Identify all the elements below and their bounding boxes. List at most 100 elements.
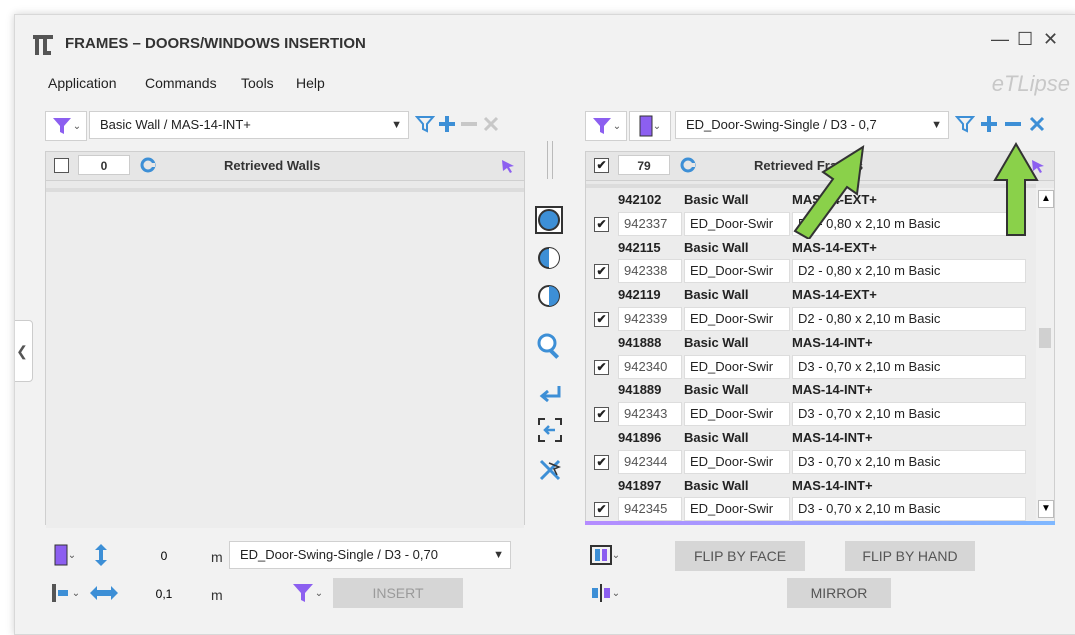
- menu-commands[interactable]: Commands: [145, 75, 217, 91]
- remove-icon[interactable]: [459, 114, 479, 139]
- mirror-button[interactable]: MIRROR: [787, 578, 891, 608]
- refresh-icon[interactable]: [680, 157, 696, 176]
- flip-by-hand-button[interactable]: FLIP BY HAND: [845, 541, 975, 571]
- row-family: Basic Wall: [684, 334, 749, 350]
- maximize-icon[interactable]: ☐: [1017, 29, 1033, 50]
- annotation-arrow: [991, 140, 1041, 245]
- row-type: MAS-14-INT+: [792, 382, 873, 398]
- row-family: Basic Wall: [684, 287, 749, 303]
- row-checkbox[interactable]: ✔: [594, 359, 609, 375]
- scroll-down-icon[interactable]: ▼: [1038, 500, 1054, 518]
- select-cursor-icon[interactable]: [500, 158, 516, 177]
- frame-row[interactable]: ✔ 942340 ED_Door-Swir D3 - 0,70 x 2,10 m Ba…: [586, 354, 1036, 379]
- wall-row[interactable]: 942119 Basic Wall MAS-14-EXT+: [586, 283, 1036, 307]
- frame-filter-icon[interactable]: ⌄: [585, 111, 627, 141]
- row-family: Basic Wall: [684, 239, 749, 255]
- frame-row[interactable]: ✔ 942338 ED_Door-Swir D2 - 0,80 x 2,10 m Ba…: [586, 259, 1036, 284]
- wall-type-combo[interactable]: Basic Wall / MAS-14-INT+ ▼: [89, 111, 409, 139]
- row-family: ED_Door-Swir: [684, 497, 790, 522]
- row-id: 942102: [618, 192, 662, 207]
- offset-field[interactable]: 0: [121, 545, 207, 567]
- walls-grid-header: 0 Retrieved Walls: [46, 152, 524, 181]
- insert-type-combo[interactable]: ED_Door-Swing-Single / D3 - 0,70 ▼: [229, 541, 511, 569]
- menu-help[interactable]: Help: [296, 75, 325, 91]
- row-checkbox[interactable]: ✔: [594, 407, 609, 423]
- minimize-icon[interactable]: —: [991, 29, 1009, 50]
- row-checkbox[interactable]: ✔: [594, 312, 609, 327]
- menu-application[interactable]: Application: [48, 75, 117, 91]
- row-id: 942337: [618, 211, 682, 236]
- row-id: 941889: [618, 382, 662, 398]
- select-all-checkbox[interactable]: ✔: [594, 158, 609, 173]
- zoom-icon[interactable]: [537, 333, 563, 364]
- wall-row[interactable]: 941889 Basic Wall MAS-14-INT+: [586, 378, 1036, 402]
- remove-icon[interactable]: [1003, 114, 1023, 139]
- row-checkbox[interactable]: ✔: [594, 454, 609, 470]
- row-family: Basic Wall: [684, 192, 749, 207]
- row-id: 941896: [618, 430, 662, 445]
- select-all-circle-icon[interactable]: [535, 206, 563, 239]
- invert-half-icon[interactable]: [537, 246, 561, 275]
- row-type: D3 - 0,70 x 2,10 m Basic: [792, 354, 1026, 379]
- logo: eTLipse: [991, 71, 1070, 96]
- row-type: D2 - 0,80 x 2,10 m Basic: [792, 259, 1026, 284]
- flip-by-face-button[interactable]: FLIP BY FACE: [675, 541, 805, 571]
- close-icon[interactable]: ✕: [1043, 29, 1058, 50]
- row-type: MAS-14-INT+: [792, 430, 873, 445]
- spacing-field[interactable]: 0,1: [121, 583, 207, 605]
- frame-row[interactable]: ✔ 942344 ED_Door-Swir D3 - 0,70 x 2,10 m Ba…: [586, 449, 1036, 474]
- row-checkbox[interactable]: ✔: [594, 264, 609, 280]
- row-id: 941897: [618, 477, 662, 493]
- row-family: ED_Door-Swir: [684, 402, 790, 427]
- horizontal-spacing-icon[interactable]: [89, 583, 119, 608]
- select-region-icon[interactable]: [537, 417, 563, 448]
- splitter[interactable]: [547, 141, 553, 179]
- mirror-icon[interactable]: ⌄: [585, 579, 625, 607]
- menu-tools[interactable]: Tools: [241, 75, 274, 91]
- frame-row[interactable]: ✔ 942343 ED_Door-Swir D3 - 0,70 x 2,10 m Ba…: [586, 402, 1036, 427]
- row-checkbox[interactable]: ✔: [594, 216, 609, 232]
- refresh-icon[interactable]: [140, 157, 156, 176]
- clear-icon[interactable]: [1027, 114, 1047, 139]
- row-type: D3 - 0,70 x 2,10 m Basic: [792, 402, 1026, 427]
- walls-grid: 0 Retrieved Walls: [45, 151, 525, 528]
- row-checkbox[interactable]: ✔: [594, 502, 609, 518]
- insert-filter-icon[interactable]: ⌄: [285, 579, 329, 607]
- wall-row[interactable]: 941896 Basic Wall MAS-14-INT+: [586, 426, 1036, 450]
- collapse-tab[interactable]: ❮: [15, 320, 33, 382]
- insert-type-combo-value: ED_Door-Swing-Single / D3 - 0,70: [240, 547, 438, 562]
- row-id: 942344: [618, 449, 682, 474]
- select-all-checkbox[interactable]: [54, 158, 69, 173]
- add-icon[interactable]: [437, 114, 457, 139]
- unselect-icon[interactable]: [537, 457, 563, 488]
- frame-type-combo[interactable]: ED_Door-Swing-Single / D3 - 0,7 ▼: [675, 111, 949, 139]
- filter-icon[interactable]: [954, 114, 976, 139]
- insert-button[interactable]: INSERT: [333, 578, 463, 608]
- align-icon[interactable]: ⌄: [45, 579, 85, 607]
- row-family: Basic Wall: [684, 430, 749, 445]
- offset-unit: m: [211, 549, 223, 565]
- frame-layout-icon[interactable]: ⌄: [585, 541, 625, 569]
- walls-count: 0: [78, 155, 130, 175]
- walls-grid-title: Retrieved Walls: [224, 158, 321, 173]
- frame-row[interactable]: ✔ 942339 ED_Door-Swir D2 - 0,80 x 2,10 m Ba…: [586, 307, 1036, 331]
- wall-filter-icon[interactable]: ⌄: [45, 111, 87, 141]
- door-type-icon[interactable]: ⌄: [629, 111, 671, 141]
- row-family: ED_Door-Swir: [684, 449, 790, 474]
- door-type-icon[interactable]: ⌄: [45, 541, 85, 569]
- filter-icon[interactable]: [414, 114, 436, 139]
- scroll-thumb[interactable]: [1039, 328, 1051, 348]
- add-icon[interactable]: [979, 114, 999, 139]
- progress-strip: [585, 521, 1055, 525]
- vertical-offset-icon[interactable]: [91, 543, 117, 572]
- wall-row[interactable]: 941897 Basic Wall MAS-14-INT+: [586, 474, 1036, 498]
- row-id: 941888: [618, 334, 662, 350]
- row-type: MAS-14-INT+: [792, 334, 873, 350]
- frame-row[interactable]: ✔ 942345 ED_Door-Swir D3 - 0,70 x 2,10 m Ba…: [586, 497, 1036, 522]
- wall-row[interactable]: 941888 Basic Wall MAS-14-INT+: [586, 331, 1036, 355]
- half-select-icon[interactable]: [537, 284, 561, 313]
- row-id: 942119: [618, 287, 661, 303]
- clear-icon[interactable]: [481, 114, 501, 139]
- return-icon[interactable]: [537, 382, 563, 413]
- row-type: MAS-14-INT+: [792, 477, 873, 493]
